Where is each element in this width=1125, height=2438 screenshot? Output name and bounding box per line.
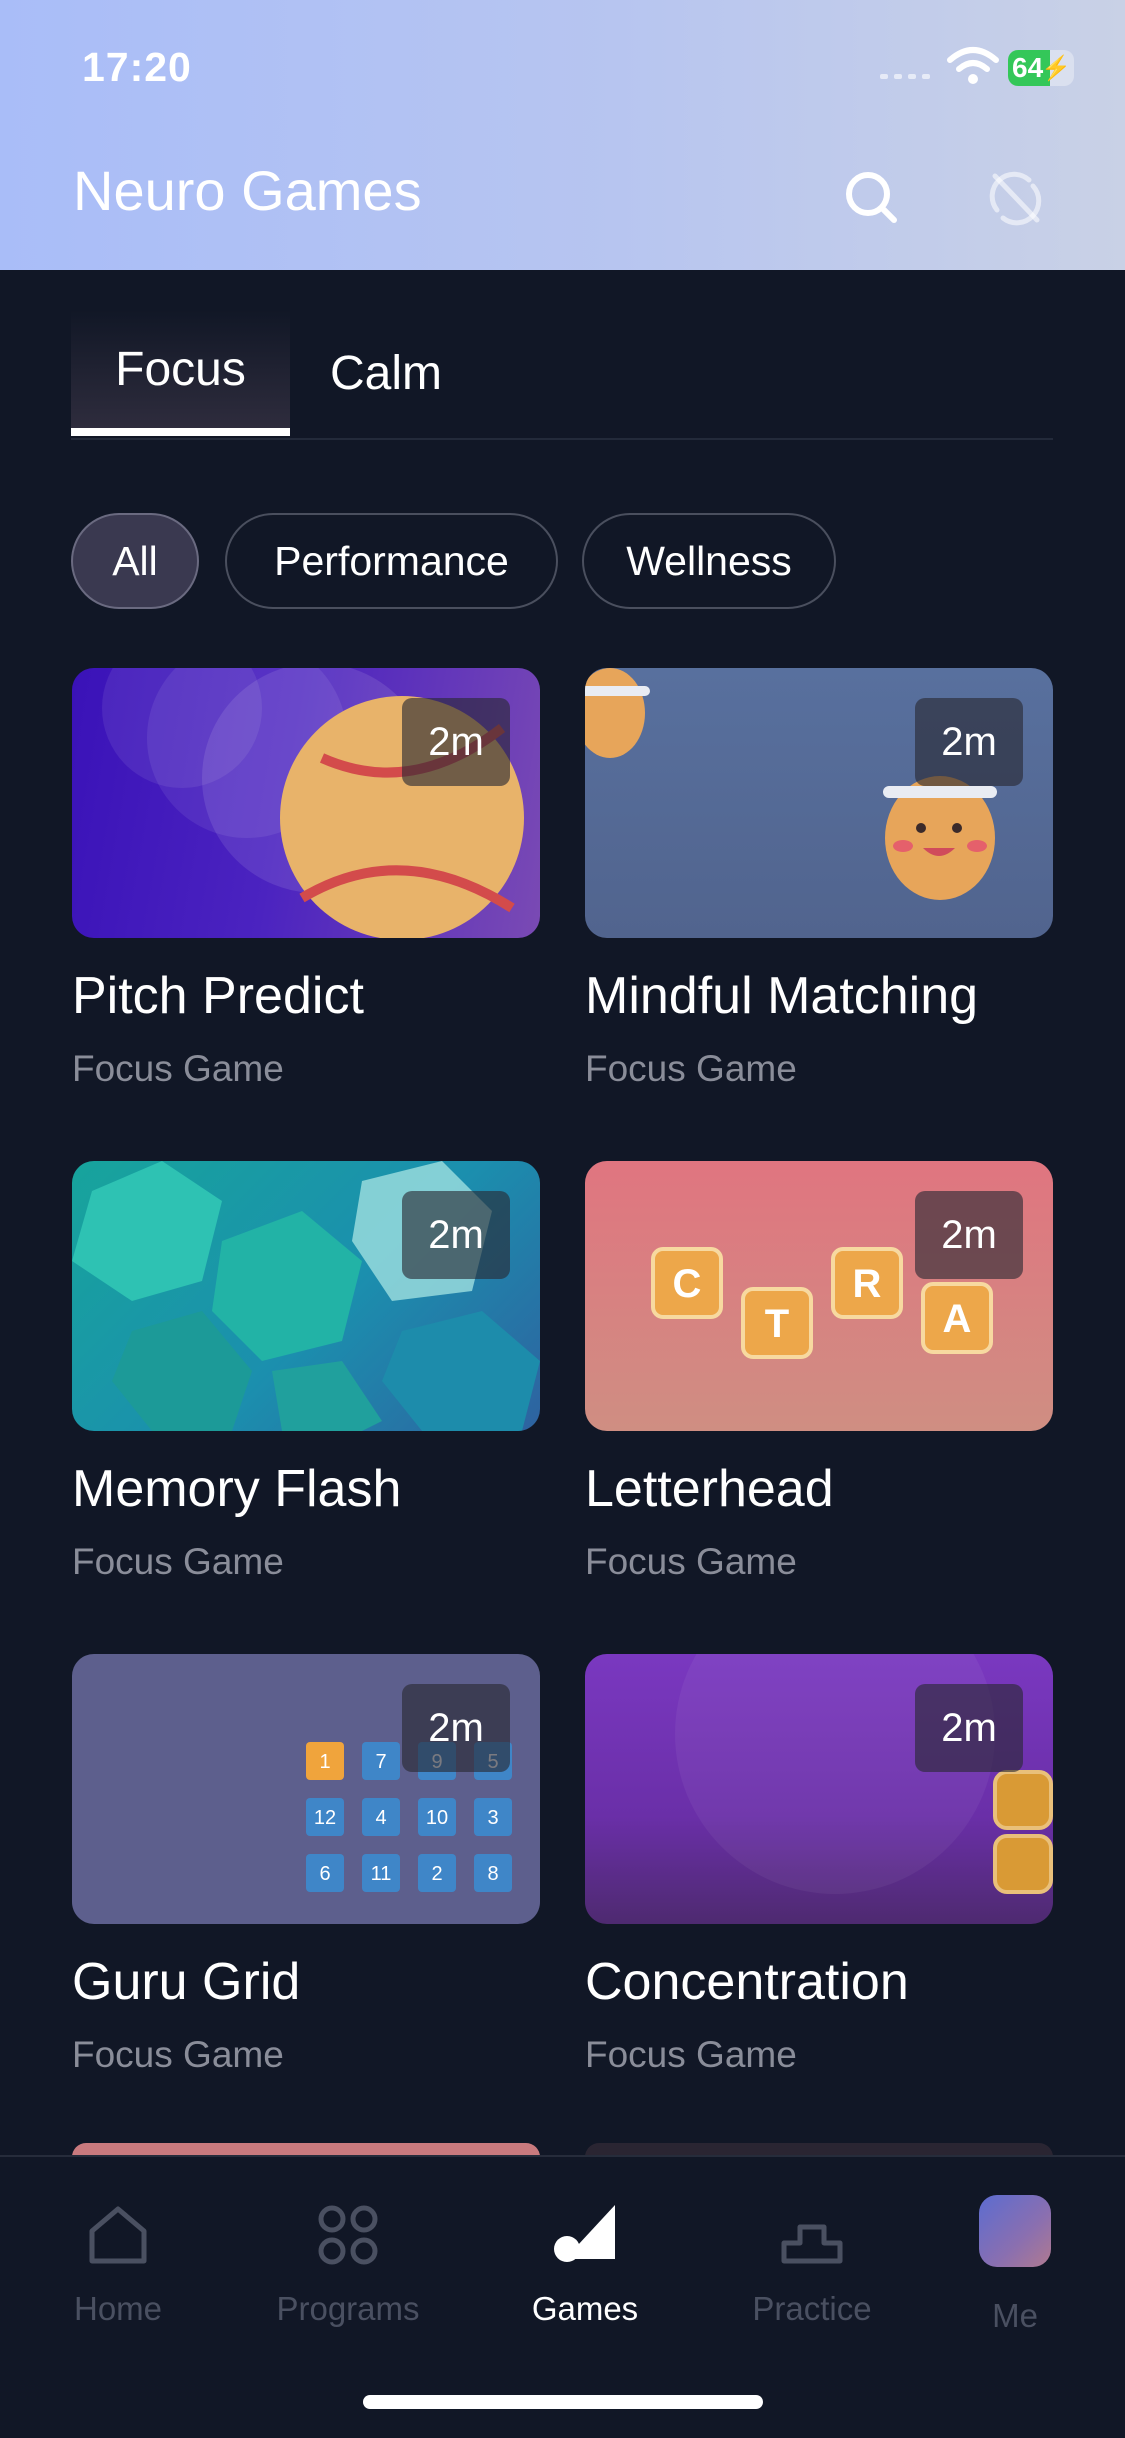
nav-games[interactable]: Games — [485, 2157, 685, 2357]
nav-label: Home — [73, 2290, 163, 2327]
sync-off-icon[interactable] — [985, 168, 1045, 228]
grid-number: 2 — [431, 1863, 442, 1885]
page-title: Neuro Games — [73, 159, 422, 222]
game-thumbnail: 2m — [72, 1161, 540, 1431]
filter-chip-all[interactable]: All — [71, 513, 199, 609]
battery-percent: 64 — [1012, 52, 1044, 83]
game-category: Focus Game — [72, 1541, 284, 1582]
game-title: Memory Flash — [72, 1460, 402, 1518]
grid-number: 6 — [319, 1863, 330, 1885]
grid-number: 1 — [319, 1751, 330, 1773]
game-title: Guru Grid — [72, 1953, 301, 2011]
letter-tile-a: A — [943, 1297, 972, 1341]
grid-number: 12 — [314, 1807, 336, 1829]
nav-label: Programs — [276, 2290, 420, 2327]
grid-number: 4 — [375, 1807, 386, 1829]
game-category: Focus Game — [585, 1541, 797, 1582]
game-category: Focus Game — [585, 2034, 797, 2075]
letter-tile-c: C — [673, 1262, 702, 1306]
grid-number: 8 — [487, 1863, 498, 1885]
signal-icon — [880, 74, 930, 79]
duration-badge: 2m — [402, 1684, 510, 1772]
game-category: Focus Game — [585, 1048, 797, 1089]
games-icon — [554, 2205, 615, 2262]
tab-calm[interactable]: Calm — [311, 310, 461, 436]
letter-tile-t: T — [765, 1302, 789, 1346]
game-card-mindful-matching[interactable]: 2m Mindful Matching Focus Game — [585, 668, 1053, 1089]
game-title: Letterhead — [585, 1460, 834, 1518]
practice-icon — [781, 2224, 843, 2264]
game-card-guru-grid[interactable]: 1 7 9 5 12 4 10 3 6 11 2 8 2m Guru Grid … — [72, 1654, 540, 2075]
wifi-icon — [947, 47, 999, 84]
status-time: 17:20 — [82, 44, 192, 90]
grid-number: 7 — [375, 1751, 386, 1773]
game-card-concentration[interactable]: 2m Concentration Focus Game — [585, 1654, 1053, 2075]
grid-number: 3 — [487, 1807, 498, 1829]
nav-label: Practice — [752, 2290, 872, 2327]
home-indicator[interactable] — [363, 2395, 763, 2409]
nav-home[interactable]: Home — [18, 2157, 218, 2357]
game-category: Focus Game — [72, 1048, 284, 1089]
grid-number: 11 — [371, 1863, 392, 1885]
game-card-pitch-predict[interactable]: 2m Pitch Predict Focus Game — [72, 668, 540, 1089]
game-title: Concentration — [585, 1953, 909, 2011]
tab-focus[interactable]: Focus — [71, 310, 290, 436]
game-thumbnail: 1 7 9 5 12 4 10 3 6 11 2 8 2m — [72, 1654, 540, 1924]
nav-me[interactable]: Me — [915, 2157, 1115, 2357]
home-icon — [89, 2206, 147, 2264]
programs-icon — [318, 2205, 378, 2265]
game-card-letterhead[interactable]: C T R A 2m Letterhead Focus Game — [585, 1161, 1053, 1582]
nav-label: Me — [992, 2297, 1038, 2334]
app-header: 17:20 64 ⚡ Neuro Games — [0, 0, 1125, 270]
game-thumbnail: C T R A 2m — [585, 1161, 1053, 1431]
avatar-icon — [979, 2195, 1051, 2267]
battery-icon: 64 ⚡ — [1008, 50, 1074, 86]
duration-badge: 2m — [915, 1684, 1023, 1772]
duration-badge: 2m — [402, 1191, 510, 1279]
game-card-memory-flash[interactable]: 2m Memory Flash Focus Game — [72, 1161, 540, 1582]
game-title: Mindful Matching — [585, 967, 979, 1025]
letter-tile-r: R — [853, 1262, 882, 1306]
filter-chip-wellness[interactable]: Wellness — [582, 513, 836, 609]
category-tabs: Focus Calm — [71, 310, 1053, 440]
game-thumbnail: 2m — [72, 668, 540, 938]
nav-label: Games — [531, 2290, 639, 2327]
nav-practice[interactable]: Practice — [712, 2157, 912, 2357]
nav-programs[interactable]: Programs — [248, 2157, 448, 2357]
duration-badge: 2m — [915, 1191, 1023, 1279]
game-thumbnail: 2m — [585, 668, 1053, 938]
game-title: Pitch Predict — [72, 967, 364, 1025]
game-thumbnail: 2m — [585, 1654, 1053, 1924]
filter-chip-performance[interactable]: Performance — [225, 513, 558, 609]
grid-number: 10 — [426, 1807, 448, 1829]
charging-icon: ⚡ — [1041, 55, 1071, 82]
duration-badge: 2m — [915, 698, 1023, 786]
search-icon[interactable] — [842, 168, 902, 228]
duration-badge: 2m — [402, 698, 510, 786]
game-category: Focus Game — [72, 2034, 284, 2075]
